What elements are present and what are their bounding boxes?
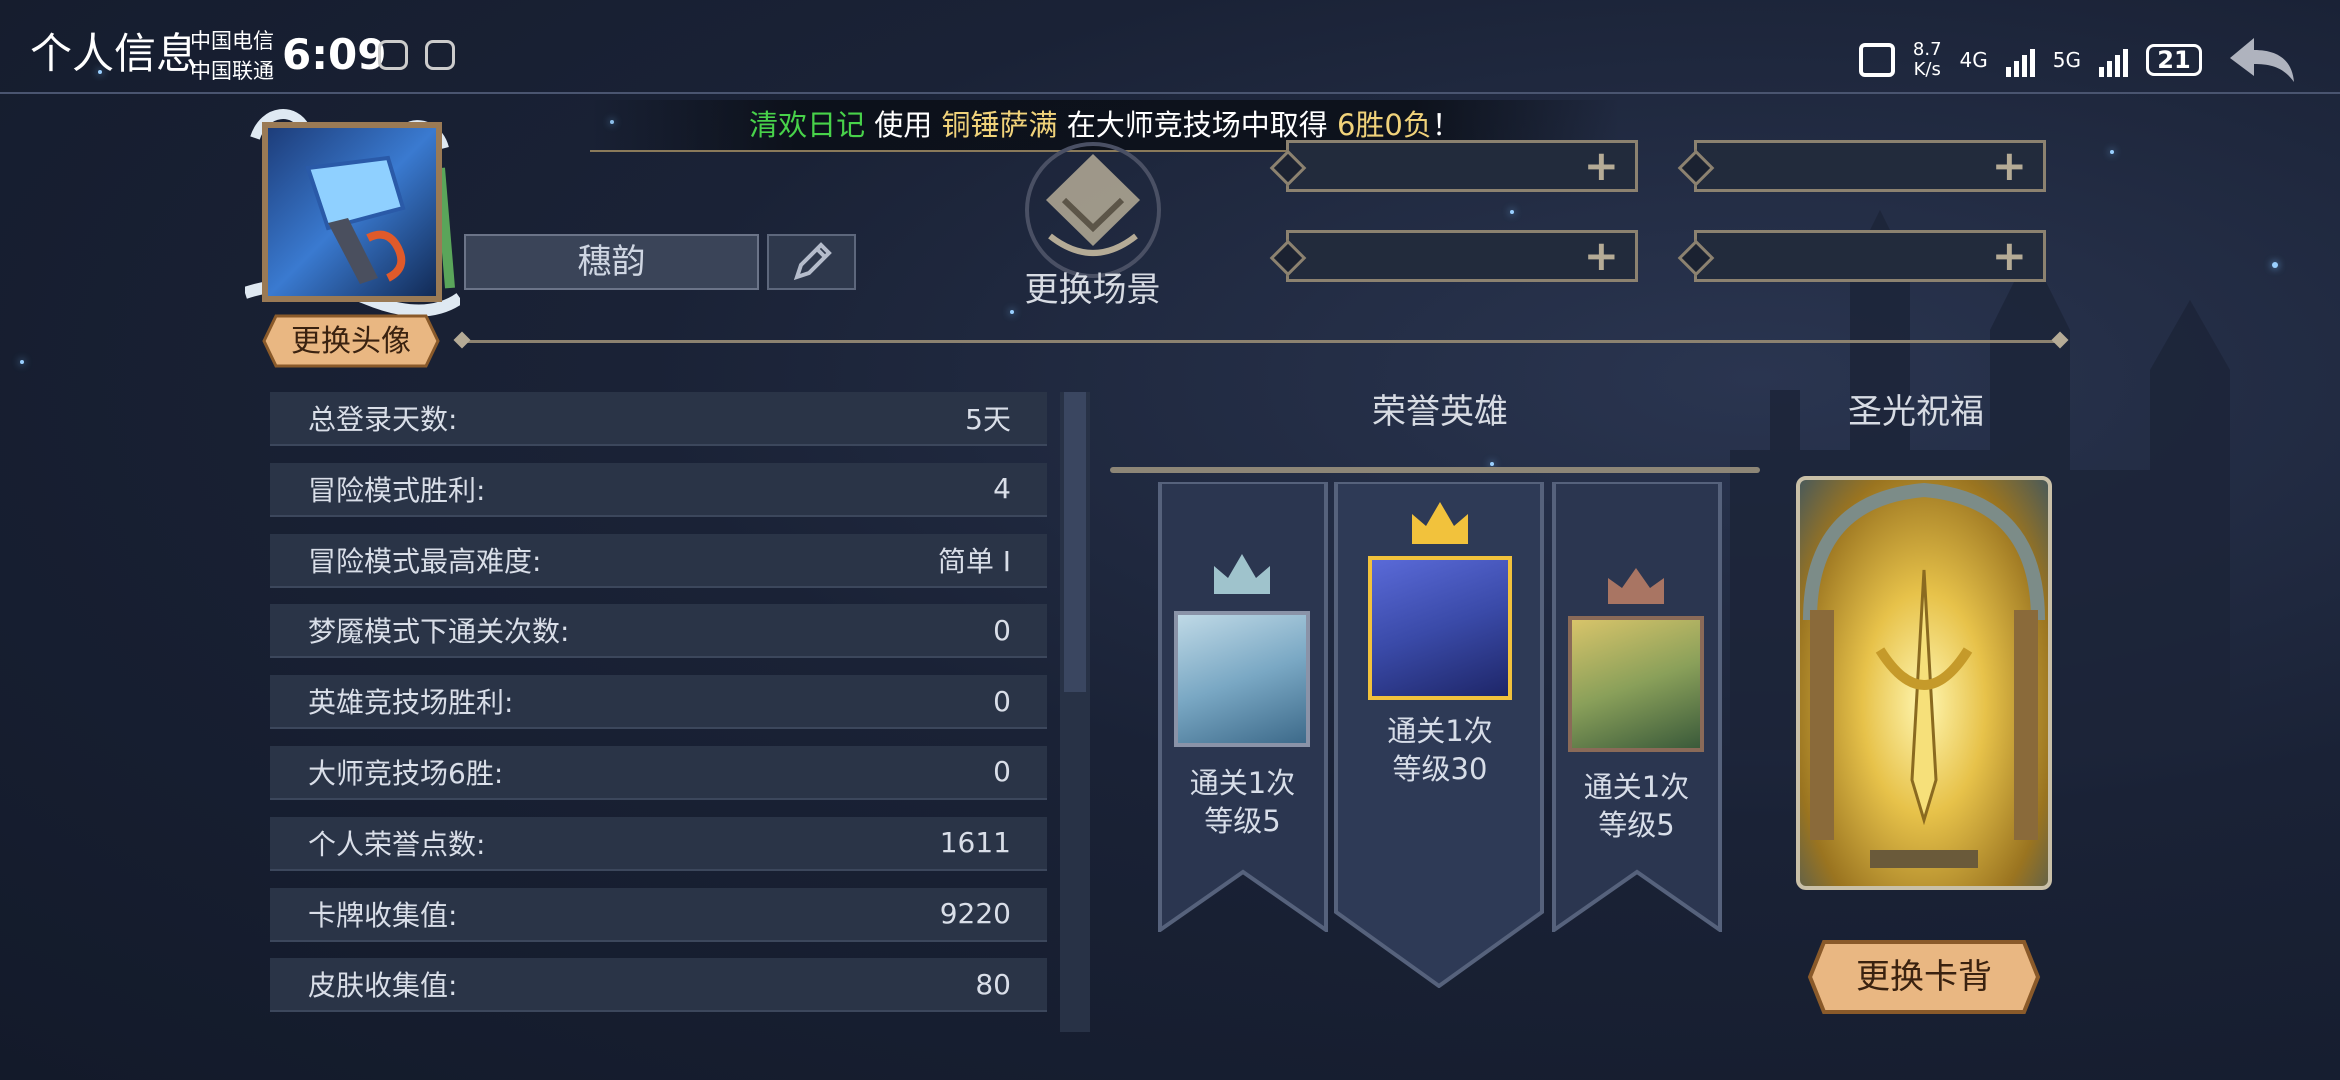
stat-label: 冒险模式最高难度:	[308, 544, 542, 578]
stat-value: 1611	[939, 826, 1011, 860]
hero-clear-count: 通关1次	[1189, 766, 1296, 800]
banner-player: 清欢日记	[749, 108, 866, 142]
stat-label: 总登录天数:	[308, 403, 458, 436]
diamond-icon	[1269, 239, 1307, 277]
stats-list: 总登录天数: 5天 冒险模式胜利: 4 冒险模式最高难度: 简单 I 梦魇模式下通关次…	[270, 392, 1047, 1029]
hero-level: 等级5	[1598, 808, 1675, 842]
banner-rod	[1110, 467, 1760, 473]
avatar[interactable]	[262, 122, 442, 302]
banner-text: 使用	[865, 108, 942, 142]
stat-row: 梦魇模式下通关次数: 0	[270, 604, 1047, 659]
diamond-icon	[1677, 149, 1715, 187]
page-title: 个人信息	[30, 29, 199, 78]
stat-label: 个人荣誉点数:	[308, 827, 486, 861]
hero-portrait[interactable]	[1568, 616, 1704, 752]
stat-row: 冒险模式最高难度: 简单 I	[270, 533, 1047, 588]
stat-label: 卡牌收集值:	[308, 898, 458, 932]
bronze-crown-icon	[1608, 568, 1664, 604]
silver-crown-icon	[1214, 554, 1270, 594]
hammer-icon	[305, 155, 406, 284]
diamond-icon	[1269, 149, 1307, 187]
edit-name-button[interactable]	[767, 234, 856, 290]
decoration-slot[interactable]: +	[1677, 230, 2046, 282]
banner-hero: 铜锤萨满	[941, 108, 1058, 142]
stat-row: 冒险模式胜利: 4	[270, 462, 1047, 517]
signal-icon	[2005, 43, 2035, 77]
status-bar: 个人信息 中国电信 中国联通 6:09 8.7 K/s 4G 5G 21	[0, 0, 2340, 94]
stat-label: 大师竞技场6胜:	[308, 756, 504, 790]
change-avatar-label: 更换头像	[291, 324, 411, 359]
holy-blessing-title: 圣光祝福	[1848, 392, 1984, 432]
carrier-1: 中国电信	[190, 29, 274, 53]
net-speed-unit: K/s	[1913, 59, 1941, 80]
section-divider	[460, 340, 2062, 343]
banner-record: 6胜0负	[1336, 108, 1432, 142]
hero-info: 通关1次 等级30	[1356, 712, 1524, 788]
network-type-1: 4G	[1959, 48, 1988, 72]
net-speed: 8.7 K/s	[1913, 40, 1942, 80]
plus-icon: +	[1583, 141, 1619, 190]
change-cardback-button[interactable]: 更换卡背	[1806, 938, 2042, 1016]
scrollbar-thumb[interactable]	[1064, 392, 1086, 692]
clock: 6:09	[282, 30, 387, 79]
plus-icon: +	[1583, 231, 1619, 280]
back-arrow-icon[interactable]	[2220, 30, 2300, 90]
change-scene-label[interactable]: 更换场景	[1010, 262, 1175, 311]
stat-value: 简单 I	[937, 544, 1011, 578]
banner-text: 在大师竞技场中取得	[1057, 108, 1337, 142]
hero-info: 通关1次 等级5	[1160, 764, 1325, 840]
stat-label: 梦魇模式下通关次数:	[308, 615, 570, 649]
hero-info: 通关1次 等级5	[1554, 768, 1719, 844]
app-notification-icon	[378, 40, 408, 70]
vibrate-icon	[1858, 43, 1895, 77]
net-speed-value: 8.7	[1912, 39, 1942, 60]
hero-clear-count: 通关1次	[1583, 770, 1690, 804]
holy-light-icon	[1803, 482, 2045, 868]
hero-portrait[interactable]	[1174, 611, 1310, 747]
stat-value: 80	[975, 967, 1011, 1001]
stat-row: 英雄竞技场胜利: 0	[270, 675, 1047, 730]
stat-value: 4	[993, 472, 1011, 506]
decoration-slot[interactable]: +	[1269, 140, 1638, 192]
plus-icon: +	[1991, 141, 2027, 190]
stat-label: 皮肤收集值:	[308, 969, 458, 1003]
gold-crown-icon	[1412, 502, 1468, 544]
stat-value: 9220	[939, 897, 1011, 931]
change-avatar-button[interactable]: 更换头像	[262, 314, 440, 368]
stat-row: 个人荣誉点数: 1611	[270, 816, 1047, 871]
plus-icon: +	[1991, 231, 2027, 280]
hero-clear-count: 通关1次	[1387, 714, 1493, 748]
diamond-icon	[1677, 239, 1715, 277]
stat-row: 总登录天数: 5天	[270, 392, 1047, 446]
pencil-icon	[793, 242, 832, 281]
banner-text: ！	[1431, 108, 1461, 142]
hero-level: 等级5	[1204, 804, 1281, 838]
stat-value: 0	[993, 684, 1011, 718]
decoration-slot[interactable]: +	[1677, 140, 2046, 192]
change-scene-icon[interactable]	[1020, 140, 1166, 280]
stat-value: 0	[993, 755, 1011, 789]
signal-icon	[2099, 43, 2128, 77]
decoration-slot[interactable]: +	[1269, 230, 1638, 282]
stat-value: 0	[993, 613, 1011, 647]
stat-row: 卡牌收集值: 9220	[270, 887, 1047, 942]
card-back-preview[interactable]	[1796, 476, 2052, 890]
stat-row: 大师竞技场6胜: 0	[270, 745, 1047, 800]
status-right: 8.7 K/s 4G 5G 21	[1858, 30, 2300, 90]
stat-row: 皮肤收集值: 80	[270, 958, 1047, 1013]
honor-heroes-title: 荣誉英雄	[1372, 392, 1508, 432]
stat-value: 5天	[965, 403, 1011, 436]
hero-level: 等级30	[1392, 752, 1488, 786]
network-type-2: 5G	[2052, 48, 2081, 72]
stats-scrollbar[interactable]	[1060, 392, 1090, 1032]
carrier-2: 中国联通	[190, 59, 274, 83]
app-notification-icon	[425, 40, 455, 70]
change-cardback-label: 更换卡背	[1856, 957, 1992, 997]
stat-label: 英雄竞技场胜利:	[308, 686, 514, 720]
carrier-info: 中国电信 中国联通	[190, 26, 274, 86]
stat-label: 冒险模式胜利:	[308, 473, 486, 507]
player-name-field[interactable]: 穗韵	[464, 234, 759, 290]
battery-icon: 21	[2146, 44, 2202, 76]
hero-portrait-featured[interactable]	[1368, 556, 1512, 700]
